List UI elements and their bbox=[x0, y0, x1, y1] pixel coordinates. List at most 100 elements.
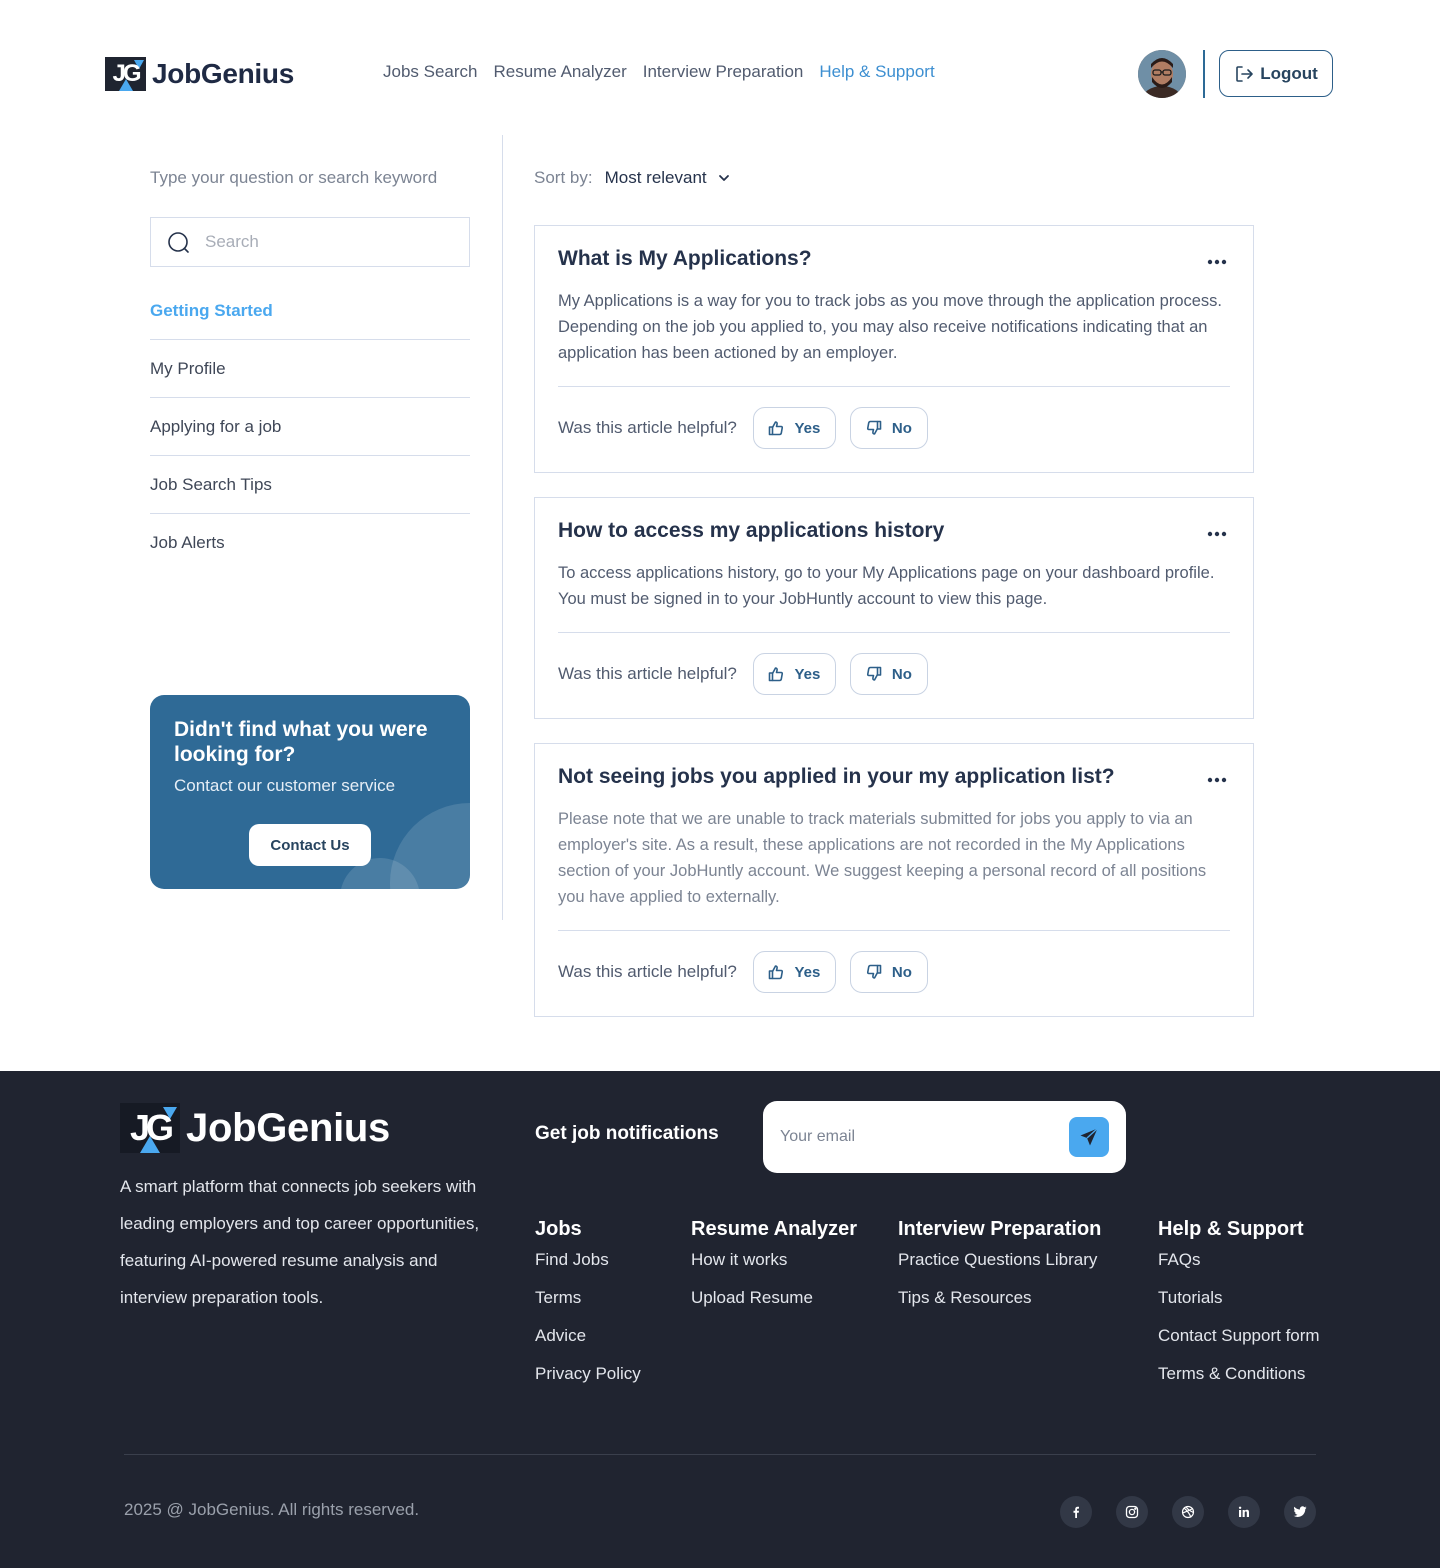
footer-col-interview-preparation: Interview Preparation Practice Questions… bbox=[898, 1218, 1101, 1326]
nav-jobs-search[interactable]: Jobs Search bbox=[383, 62, 478, 82]
article-divider bbox=[558, 386, 1230, 387]
brand-name: JobGenius bbox=[152, 58, 294, 89]
logout-label: Logout bbox=[1260, 63, 1318, 83]
footer-link-privacy-policy[interactable]: Privacy Policy bbox=[535, 1364, 641, 1402]
user-avatar[interactable] bbox=[1138, 50, 1186, 98]
email-subscribe bbox=[763, 1101, 1126, 1173]
subscribe-button[interactable] bbox=[1069, 1117, 1109, 1157]
thumbs-up-icon bbox=[769, 421, 784, 436]
footer-link-tips-resources[interactable]: Tips & Resources bbox=[898, 1288, 1101, 1326]
email-input[interactable] bbox=[780, 1128, 1060, 1146]
footer-col-jobs: Jobs Find Jobs Terms Advice Privacy Poli… bbox=[535, 1218, 641, 1402]
brand-logo[interactable]: JG JobGenius bbox=[105, 57, 294, 91]
helpful-no-button[interactable]: No bbox=[849, 653, 928, 695]
category-getting-started[interactable]: Getting Started bbox=[150, 282, 470, 340]
social-links bbox=[1060, 1496, 1316, 1528]
twitter-icon[interactable] bbox=[1284, 1496, 1316, 1528]
helpful-yes-button[interactable]: Yes bbox=[752, 951, 836, 993]
footer-link-terms-conditions[interactable]: Terms & Conditions bbox=[1158, 1364, 1320, 1402]
category-list: Getting Started My Profile Applying for … bbox=[150, 282, 470, 572]
footer-link-practice-questions[interactable]: Practice Questions Library bbox=[898, 1250, 1101, 1288]
notifications-title: Get job notifications bbox=[535, 1123, 719, 1144]
header: JG JobGenius Jobs Search Resume Analyzer… bbox=[0, 0, 1440, 135]
helpful-feedback: Was this article helpful? Yes No bbox=[558, 653, 928, 695]
search-input[interactable] bbox=[205, 232, 445, 252]
thumbs-up-icon bbox=[769, 667, 784, 682]
help-card-title: Didn't find what you were looking for? bbox=[174, 718, 428, 766]
instagram-icon[interactable] bbox=[1116, 1496, 1148, 1528]
footer-col-help-support: Help & Support FAQs Tutorials Contact Su… bbox=[1158, 1218, 1320, 1402]
helpful-no-button[interactable]: No bbox=[849, 951, 928, 993]
article-title: Not seeing jobs you applied in your my a… bbox=[558, 765, 1115, 788]
footer-col-resume-analyzer: Resume Analyzer How it works Upload Resu… bbox=[691, 1218, 857, 1326]
faq-article: How to access my applications history To… bbox=[534, 497, 1254, 719]
footer-link-upload-resume[interactable]: Upload Resume bbox=[691, 1288, 857, 1326]
chevron-down-icon bbox=[718, 175, 729, 181]
thumbs-down-icon bbox=[866, 420, 882, 435]
footer-link-how-it-works[interactable]: How it works bbox=[691, 1250, 857, 1288]
more-options-icon[interactable] bbox=[1205, 768, 1229, 792]
sort-dropdown[interactable]: Most relevant bbox=[605, 168, 731, 188]
copyright: 2025 @ JobGenius. All rights reserved. bbox=[124, 1500, 420, 1519]
footer-link-terms[interactable]: Terms bbox=[535, 1288, 641, 1326]
article-title: How to access my applications history bbox=[558, 519, 945, 542]
nav-help-support[interactable]: Help & Support bbox=[819, 62, 934, 82]
helpful-question: Was this article helpful? bbox=[558, 962, 737, 981]
logout-button[interactable]: Logout bbox=[1219, 50, 1333, 97]
thumbs-down-icon bbox=[866, 666, 882, 681]
helpful-question: Was this article helpful? bbox=[558, 664, 737, 683]
footer-description: A smart platform that connects job seeke… bbox=[120, 1177, 480, 1307]
search-icon bbox=[168, 232, 189, 253]
send-icon bbox=[1080, 1127, 1098, 1146]
sort-control: Sort by: Most relevant bbox=[534, 168, 731, 188]
footer-brand-name: JobGenius bbox=[186, 1105, 390, 1150]
sort-label: Sort by: bbox=[534, 168, 593, 187]
contact-us-button[interactable]: Contact Us bbox=[249, 824, 371, 866]
more-options-icon[interactable] bbox=[1205, 250, 1229, 274]
helpful-feedback: Was this article helpful? Yes No bbox=[558, 407, 928, 449]
faq-article: Not seeing jobs you applied in your my a… bbox=[534, 743, 1254, 1017]
footer-link-contact-support[interactable]: Contact Support form bbox=[1158, 1326, 1320, 1364]
nav-resume-analyzer[interactable]: Resume Analyzer bbox=[494, 62, 627, 82]
category-job-search-tips[interactable]: Job Search Tips bbox=[150, 456, 470, 514]
helpful-yes-button[interactable]: Yes bbox=[752, 407, 836, 449]
search-box bbox=[150, 217, 470, 267]
helpful-yes-button[interactable]: Yes bbox=[752, 653, 836, 695]
footer-logo[interactable]: JG JobGenius bbox=[120, 1103, 390, 1153]
footer-col-title: Jobs bbox=[535, 1218, 582, 1240]
nav-interview-preparation[interactable]: Interview Preparation bbox=[643, 62, 804, 82]
article-divider bbox=[558, 632, 1230, 633]
thumbs-up-icon bbox=[769, 965, 784, 980]
footer-link-tutorials[interactable]: Tutorials bbox=[1158, 1288, 1320, 1326]
category-my-profile[interactable]: My Profile bbox=[150, 340, 470, 398]
article-body: My Applications is a way for you to trac… bbox=[558, 292, 1223, 362]
sidebar-divider bbox=[502, 135, 503, 920]
category-job-alerts[interactable]: Job Alerts bbox=[150, 514, 470, 572]
help-card: Didn't find what you were looking for? C… bbox=[150, 695, 470, 889]
dribbble-icon[interactable] bbox=[1172, 1496, 1204, 1528]
article-divider bbox=[558, 930, 1230, 931]
footer-link-advice[interactable]: Advice bbox=[535, 1326, 641, 1364]
logout-icon bbox=[1236, 65, 1254, 82]
category-applying-for-a-job[interactable]: Applying for a job bbox=[150, 398, 470, 456]
logo-mark-icon: JG bbox=[120, 1103, 180, 1153]
footer-col-title: Resume Analyzer bbox=[691, 1218, 857, 1240]
footer-link-find-jobs[interactable]: Find Jobs bbox=[535, 1250, 641, 1288]
thumbs-down-icon bbox=[866, 964, 882, 979]
article-title: What is My Applications? bbox=[558, 247, 812, 270]
article-body: Please note that we are unable to track … bbox=[558, 810, 1207, 906]
faq-article: What is My Applications? My Applications… bbox=[534, 225, 1254, 473]
facebook-icon[interactable] bbox=[1060, 1496, 1092, 1528]
more-options-icon[interactable] bbox=[1205, 522, 1229, 546]
helpful-question: Was this article helpful? bbox=[558, 418, 737, 437]
linkedin-icon[interactable] bbox=[1228, 1496, 1260, 1528]
footer-divider bbox=[124, 1454, 1316, 1455]
header-divider bbox=[1203, 50, 1205, 98]
help-card-subtitle: Contact our customer service bbox=[174, 776, 396, 795]
footer-col-title: Help & Support bbox=[1158, 1218, 1304, 1240]
sort-value: Most relevant bbox=[604, 168, 707, 187]
helpful-no-button[interactable]: No bbox=[849, 407, 928, 449]
main-nav: Jobs Search Resume Analyzer Interview Pr… bbox=[383, 62, 935, 82]
footer: JG JobGenius A smart platform that conne… bbox=[0, 1071, 1440, 1568]
footer-link-faqs[interactable]: FAQs bbox=[1158, 1250, 1320, 1288]
